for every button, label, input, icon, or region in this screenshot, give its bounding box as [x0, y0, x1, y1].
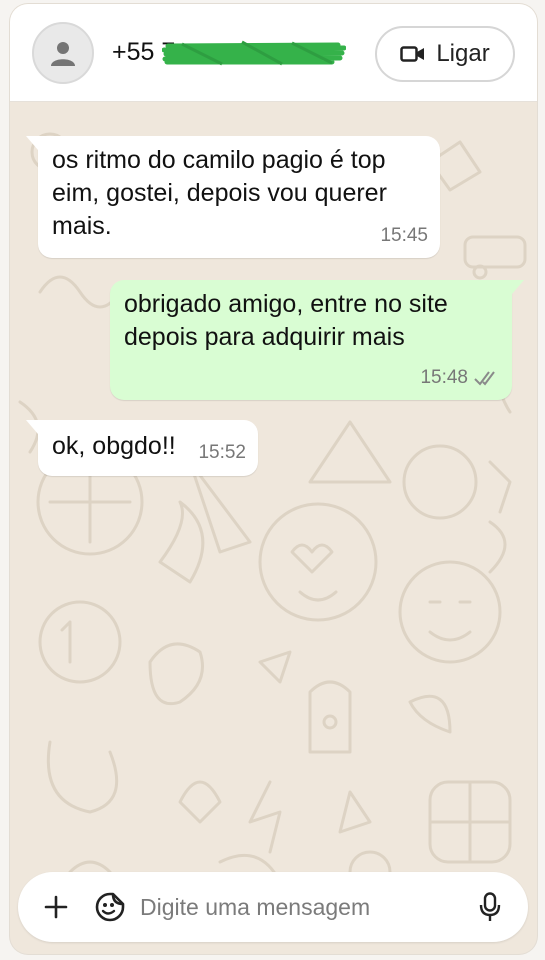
message-bubble-incoming[interactable]: os ritmo do camilo pagio é top eim, gost…: [26, 136, 440, 258]
message-time: 15:45: [380, 219, 428, 252]
plus-icon: [44, 895, 68, 919]
attach-button[interactable]: [38, 889, 74, 925]
chat-header: +55 7 Ligar: [10, 4, 537, 102]
message-bubble-outgoing[interactable]: obrigado amigo, entre no site depois par…: [110, 280, 524, 400]
message-composer: [18, 872, 528, 942]
message-time-text: 15:45: [380, 225, 428, 246]
contact-name[interactable]: +55 7: [112, 38, 352, 67]
bubble-tail: [512, 280, 524, 294]
call-button-label: Ligar: [436, 40, 490, 67]
video-camera-icon: [400, 46, 425, 62]
contact-avatar[interactable]: [32, 21, 94, 84]
sticker-button[interactable]: [92, 889, 128, 925]
redaction-scribble: [162, 40, 346, 66]
message-text: obrigado amigo, entre no site depois par…: [124, 290, 448, 351]
microphone-icon: [479, 892, 501, 921]
message-text: ok, obgdo!!: [52, 432, 176, 460]
double-check-icon: [474, 370, 495, 386]
message-time: 15:52: [198, 436, 246, 469]
person-icon: [51, 41, 75, 66]
call-button[interactable]: Ligar: [375, 26, 515, 82]
message-bubble-incoming[interactable]: ok, obgdo!! 15:52: [26, 420, 258, 476]
contact-name-text: +55 7: [112, 38, 176, 66]
message-time: 15:48: [420, 361, 500, 394]
bubble-tail: [26, 420, 38, 434]
sticker-icon: [95, 892, 125, 922]
bubble-tail: [26, 136, 38, 150]
voice-message-button[interactable]: [472, 889, 508, 925]
message-text: os ritmo do camilo pagio é top eim, gost…: [52, 146, 387, 240]
chat-window: +55 7 Ligar os ritmo do camilo pagio é t…: [10, 4, 537, 954]
message-input[interactable]: [140, 893, 472, 921]
message-list[interactable]: os ritmo do camilo pagio é top eim, gost…: [10, 102, 537, 954]
message-time-text: 15:52: [198, 442, 246, 463]
message-time-text: 15:48: [420, 367, 468, 388]
